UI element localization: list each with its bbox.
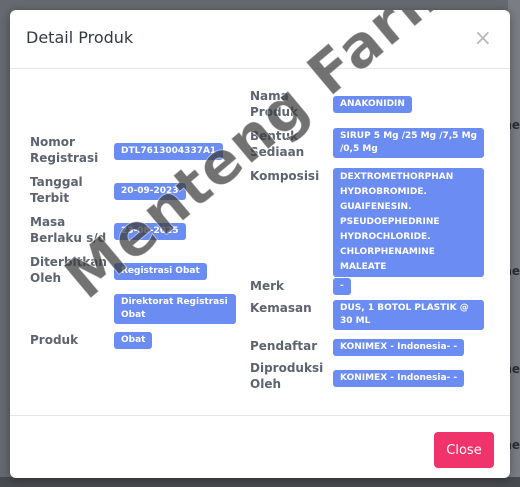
value-nomor-registrasi: DTL7613004337A1 — [114, 143, 224, 160]
label-masa-berlaku: Masa Berlaku s/d — [30, 215, 107, 245]
modal-footer: Close — [10, 415, 510, 478]
label-nama-produk: Nama Produk — [250, 89, 299, 119]
value-komposisi: DEXTROMETHORPHAN HYDROBROMIDE. GUAIFENES… — [333, 168, 484, 277]
value-pendaftar: KONIMEX - Indonesia- - — [333, 339, 465, 356]
close-icon[interactable]: × — [474, 28, 492, 50]
modal-header: Detail Produk × — [10, 10, 510, 69]
modal-title: Detail Produk — [26, 28, 134, 47]
label-tanggal-terbit: Tanggal Terbit — [30, 175, 83, 205]
value-merk: - — [333, 278, 351, 295]
close-button[interactable]: Close — [434, 432, 494, 468]
label-kemasan: Kemasan — [250, 301, 312, 315]
label-diproduksi-oleh: Diproduksi Oleh — [250, 361, 324, 391]
label-merk: Merk — [250, 279, 284, 293]
value-diproduksi-oleh: KONIMEX - Indonesia- - — [333, 370, 465, 387]
label-nomor-registrasi: Nomor Registrasi — [30, 135, 99, 165]
label-produk: Produk — [30, 333, 79, 347]
value-bentuk-sediaan: SIRUP 5 Mg /25 Mg /7,5 Mg /0,5 Mg — [333, 128, 484, 158]
value-produk: Obat — [114, 332, 153, 349]
label-bentuk-sediaan: Bentuk Sediaan — [250, 129, 305, 159]
value-kemasan: DUS, 1 BOTOL PLASTIK @ 30 ML — [333, 300, 484, 330]
background-footer-strip — [0, 477, 520, 487]
value-tanggal-terbit: 20-09-2023 — [114, 183, 186, 200]
value-nama-produk: ANAKONIDIN — [333, 96, 412, 113]
label-pendaftar: Pendaftar — [250, 339, 318, 353]
value-diterbitkan-oleh: Registrasi Obat — [114, 263, 207, 280]
label-komposisi: Komposisi — [250, 169, 320, 183]
value-masa-berlaku: 23-08-2025 — [114, 223, 186, 240]
product-detail-modal: Detail Produk × Nomor Registrasi DTL7613… — [10, 10, 510, 478]
value-diterbitkan-oleh-detail: Direktorat Registrasi Obat — [114, 294, 236, 324]
label-diterbitkan-oleh: Diterbitkan Oleh — [30, 255, 107, 285]
